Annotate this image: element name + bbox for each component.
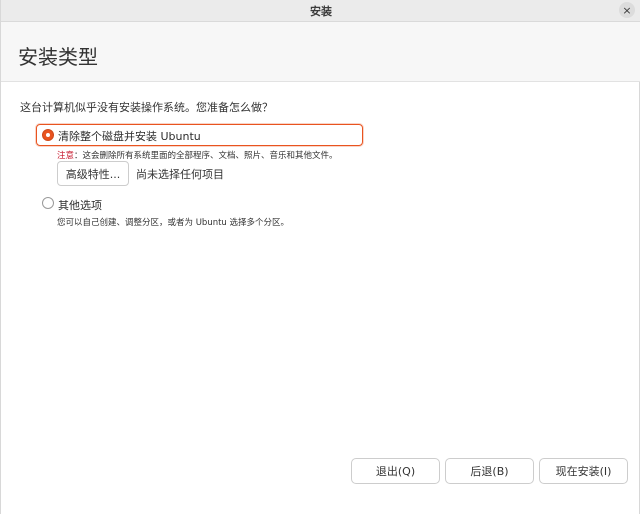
close-icon: × (622, 3, 632, 17)
warning-text: ：这会删除所有系统里面的全部程序、文档、照片、音乐和其他文件。 (74, 151, 338, 161)
back-button[interactable]: 后退(B) (445, 458, 534, 484)
page-title: 安装类型 (18, 45, 98, 69)
installer-window: 安装 × 安装类型 这台计算机似乎没有安装操作系统。您准备怎么做？ 清除整个磁盘… (0, 0, 640, 514)
radio-something-else[interactable] (42, 197, 54, 209)
advanced-features-button[interactable]: 高级特性... (57, 161, 129, 186)
question-text: 这台计算机似乎没有安装操作系统。您准备怎么做？ (20, 101, 273, 114)
close-button[interactable]: × (619, 2, 635, 18)
warning-label: 注意 (57, 151, 75, 161)
erase-warning: 注意：这会删除所有系统里面的全部程序、文档、照片、音乐和其他文件。 (57, 149, 338, 161)
page-header: 安装类型 (1, 22, 640, 82)
quit-button[interactable]: 退出(Q) (351, 458, 440, 484)
option-something-else-description: 您可以自己创建、调整分区，或者为 Ubuntu 选择多个分区。 (57, 218, 290, 228)
advanced-status-text: 尚未选择任何项目 (136, 168, 224, 181)
window-title: 安装 (310, 5, 332, 18)
option-erase-disk-label[interactable]: 清除整个磁盘并安装 Ubuntu (58, 128, 201, 144)
install-now-button[interactable]: 现在安装(I) (539, 458, 628, 484)
option-erase-disk[interactable]: 清除整个磁盘并安装 Ubuntu (36, 124, 363, 146)
option-something-else-label[interactable]: 其他选项 (58, 197, 102, 213)
title-bar: 安装 × (1, 0, 640, 22)
radio-erase-disk[interactable] (42, 129, 54, 141)
